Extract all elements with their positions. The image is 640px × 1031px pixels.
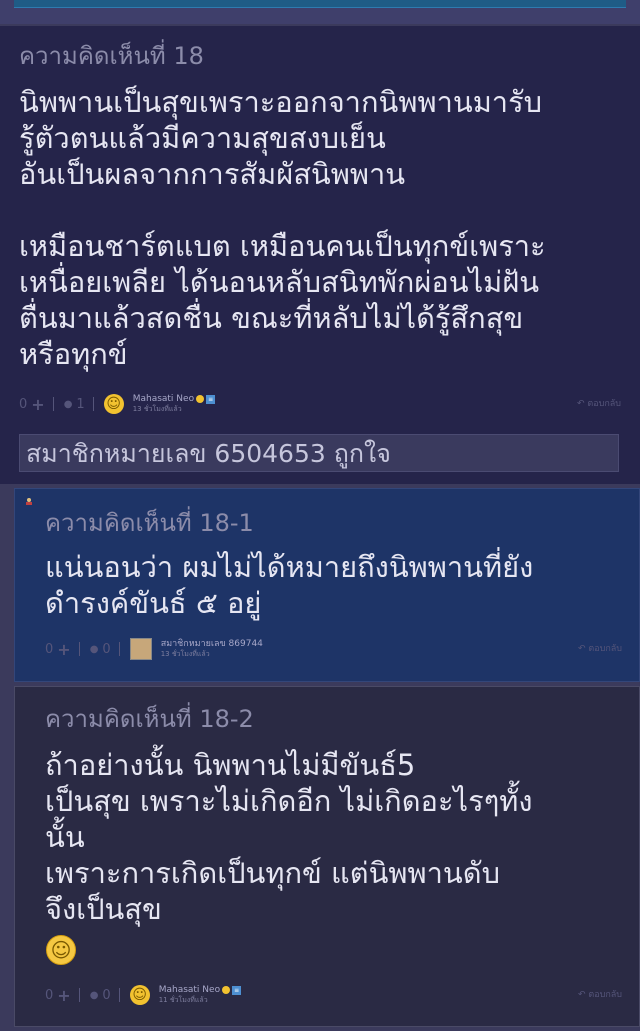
smile-icon: ☺ (132, 987, 147, 1003)
emoticon-icon (222, 986, 231, 994)
top-bar (0, 0, 640, 24)
comment-footer: 0 + ● 0 ☺ Mahasati Neo ≡ 11 ชั่วโมงที่แล… (45, 983, 622, 1007)
comment-body: แน่นอนว่า ผมไม่ได้หมายถึงนิพพานที่ยัง ดำ… (45, 550, 534, 620)
avatar[interactable]: ☺ (129, 985, 150, 1005)
comment-number: ความคิดเห็นที่ 18-1 (45, 509, 254, 537)
post-time: 11 ชั่วโมงที่แล้ว (158, 996, 208, 1004)
author-info: สมาชิกหมายเลข 869744 13 ชั่วโมงที่แล้ว (161, 639, 263, 659)
vote-count: 0 (19, 396, 28, 412)
comment-bubble-icon: ● (89, 643, 99, 655)
author-name[interactable]: Mahasati Neo (159, 985, 220, 995)
avatar[interactable] (129, 638, 152, 660)
divider (52, 397, 54, 411)
vote-count: 0 (45, 987, 54, 1003)
divider (78, 988, 80, 1002)
reply-button[interactable]: ↶ ตอบกลับ (578, 641, 622, 655)
badge-icon: ≡ (206, 394, 216, 404)
post-time: 13 ชั่วโมงที่แล้ว (160, 650, 210, 658)
comment-actions: 0 + ● 0 สมาชิกหมายเลข 869744 13 ชั่วโมงท… (45, 637, 263, 661)
author-name[interactable]: Mahasati Neo (133, 394, 194, 404)
smile-emoji-icon: ☺ (46, 935, 76, 965)
smile-icon: ☺ (106, 396, 121, 412)
reply-count: 1 (76, 396, 85, 412)
comment-footer: 0 + ● 1 ☺ Mahasati Neo ≡ 13 ชั่วโมงที่แล… (19, 392, 621, 416)
comment-body: ถ้าอย่างนั้น นิพพานไม่มีขันธ์5 เป็นสุข เ… (45, 748, 533, 926)
reply-arrow-icon: ↶ (576, 399, 585, 409)
divider (92, 397, 94, 411)
reply-arrow-icon: ↶ (577, 990, 586, 1000)
comment-footer: 0 + ● 0 สมาชิกหมายเลข 869744 13 ชั่วโมงท… (45, 637, 622, 661)
emoticon-icon (196, 395, 205, 403)
liked-by-bar: สมาชิกหมายเลข 6504653 ถูกใจ (19, 434, 619, 472)
divider (78, 642, 80, 656)
comment-number: ความคิดเห็นที่ 18 (19, 42, 204, 70)
reply-label: ตอบกลับ (587, 399, 621, 409)
reply-label: ตอบกลับ (588, 990, 622, 1000)
divider (118, 642, 120, 656)
plus-icon[interactable]: + (57, 986, 70, 1005)
comment-18-2: ความคิดเห็นที่ 18-2 ถ้าอย่างนั้น นิพพานไ… (14, 686, 640, 1027)
previous-content-strip (14, 0, 626, 8)
author-row: Mahasati Neo ≡ (159, 985, 242, 995)
avatar[interactable]: ☺ (103, 394, 124, 414)
plus-icon[interactable]: + (57, 640, 70, 659)
reply-label: ตอบกลับ (588, 644, 622, 654)
vote-count: 0 (45, 641, 54, 657)
reply-button[interactable]: ↶ ตอบกลับ (578, 987, 622, 1001)
reply-count: 0 (102, 641, 111, 657)
comment-bubble-icon: ● (63, 398, 73, 410)
reply-arrow-icon: ↶ (577, 644, 586, 654)
badge-icon: ≡ (232, 985, 242, 995)
comment-18-1: ความคิดเห็นที่ 18-1 แน่นอนว่า ผมไม่ได้หม… (14, 488, 640, 682)
reply-count: 0 (102, 987, 111, 1003)
author-row: Mahasati Neo ≡ (133, 394, 216, 404)
comment-body: นิพพานเป็นสุขเพราะออกจากนิพพานมารับ รู้ต… (19, 85, 546, 371)
author-info: Mahasati Neo ≡ 13 ชั่วโมงที่แล้ว (132, 394, 216, 414)
comment-18: ความคิดเห็นที่ 18 นิพพานเป็นสุขเพราะออกจ… (0, 26, 640, 484)
author-name[interactable]: สมาชิกหมายเลข 869744 (161, 639, 263, 649)
comment-actions: 0 + ● 1 ☺ Mahasati Neo ≡ 13 ชั่วโมงที่แล… (19, 392, 216, 416)
comment-number: ความคิดเห็นที่ 18-2 (45, 705, 254, 733)
post-time: 13 ชั่วโมงที่แล้ว (132, 405, 182, 413)
user-icon (26, 498, 32, 505)
comment-actions: 0 + ● 0 ☺ Mahasati Neo ≡ 11 ชั่วโมงที่แล… (45, 983, 242, 1007)
comment-bubble-icon: ● (89, 989, 99, 1001)
reply-button[interactable]: ↶ ตอบกลับ (577, 396, 621, 410)
plus-icon[interactable]: + (31, 395, 44, 414)
divider (118, 988, 120, 1002)
author-info: Mahasati Neo ≡ 11 ชั่วโมงที่แล้ว (158, 985, 242, 1005)
